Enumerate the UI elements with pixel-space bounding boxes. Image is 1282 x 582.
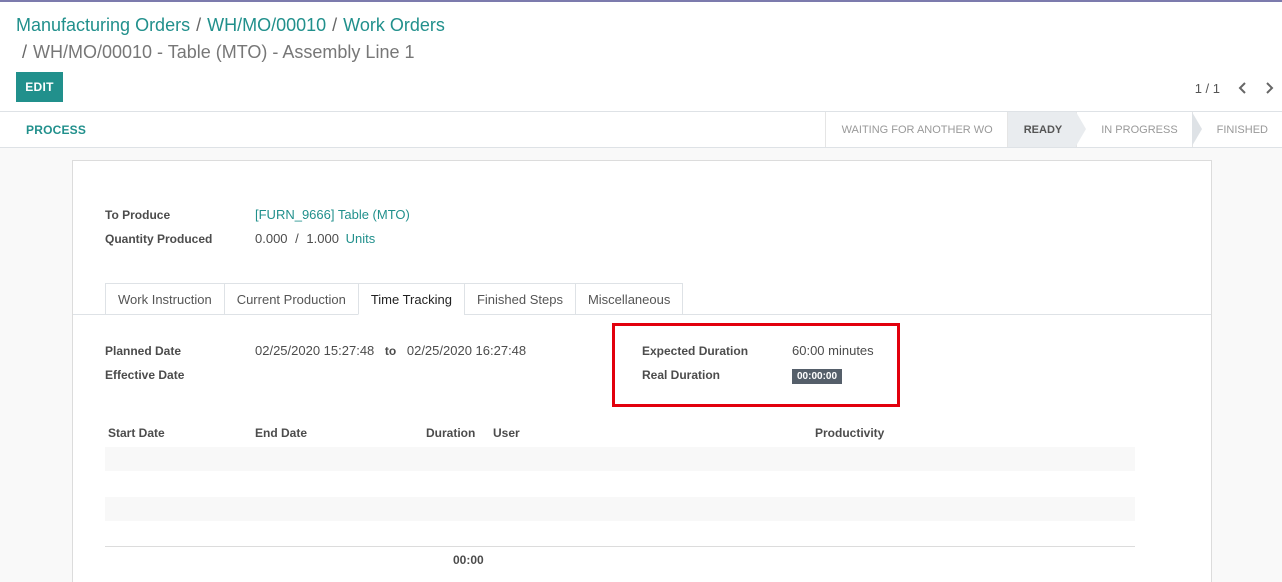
table-row [105, 497, 1135, 521]
process-button[interactable]: PROCESS [26, 123, 86, 137]
column-productivity[interactable]: Productivity [815, 426, 884, 440]
pager-next-button[interactable] [1256, 76, 1282, 100]
stage-waiting[interactable]: WAITING FOR ANOTHER WO [824, 112, 1007, 147]
to-produce-link[interactable]: [FURN_9666] Table (MTO) [255, 207, 410, 222]
pager-value[interactable]: 1 / 1 [1195, 81, 1220, 96]
total-duration: 00:00 [453, 553, 484, 567]
column-start-date[interactable]: Start Date [108, 426, 165, 440]
notebook-tabs: Work Instruction Current Production Time… [105, 283, 684, 315]
table-footer-divider [105, 546, 1135, 547]
to-produce-label: To Produce [105, 208, 171, 222]
pager: 1 / 1 [1195, 76, 1282, 100]
breadcrumb-mo[interactable]: WH/MO/00010 [207, 15, 326, 35]
stage-bar: WAITING FOR ANOTHER WO READY IN PROGRESS… [824, 112, 1282, 147]
tab-work-instruction[interactable]: Work Instruction [105, 283, 224, 315]
stage-ready[interactable]: READY [1006, 112, 1086, 147]
stage-label: WAITING FOR ANOTHER WO [841, 123, 993, 136]
stage-label: READY [1023, 123, 1063, 136]
tab-current-production[interactable]: Current Production [223, 283, 358, 315]
chevron-divider [1191, 112, 1202, 146]
edit-button[interactable]: EDIT [16, 72, 63, 102]
page-title: WH/MO/00010 - Table (MTO) - Assembly Lin… [33, 42, 415, 62]
tab-finished-steps[interactable]: Finished Steps [463, 283, 575, 315]
planned-date-value: 02/25/2020 15:27:48 to 02/25/2020 16:27:… [255, 343, 526, 358]
column-end-date[interactable]: End Date [255, 426, 307, 440]
column-duration[interactable]: Duration [426, 426, 475, 440]
stage-finished[interactable]: FINISHED [1191, 112, 1282, 147]
to-word: to [384, 344, 397, 358]
quantity-produced-label: Quantity Produced [105, 232, 213, 246]
pager-previous-button[interactable] [1230, 76, 1256, 100]
breadcrumb-separator: / [22, 42, 28, 62]
column-user[interactable]: User [493, 426, 520, 440]
stage-in-progress[interactable]: IN PROGRESS [1076, 112, 1202, 147]
breadcrumb-current: / WH/MO/00010 - Table (MTO) - Assembly Li… [22, 42, 414, 63]
breadcrumb-separator: / [196, 15, 202, 35]
breadcrumb-manufacturing-orders[interactable]: Manufacturing Orders [16, 15, 190, 35]
control-panel: Manufacturing Orders / WH/MO/00010/Work Or… [0, 2, 1282, 112]
highlight-box [612, 323, 900, 407]
planned-start: 02/25/2020 15:27:48 [255, 343, 375, 358]
form-sheet: To Produce [FURN_9666] Table (MTO) Quant… [72, 160, 1212, 582]
qty-done: 0.000 [255, 231, 288, 246]
tab-time-tracking[interactable]: Time Tracking [357, 283, 464, 315]
planned-date-label: Planned Date [105, 344, 182, 358]
breadcrumb-separator: / [332, 15, 338, 35]
chevron-right-icon [1266, 82, 1274, 94]
statusbar: PROCESS WAITING FOR ANOTHER WO READY IN … [0, 112, 1282, 148]
stage-label: IN PROGRESS [1101, 123, 1178, 136]
breadcrumb: Manufacturing Orders / WH/MO/00010/Work Or… [16, 15, 445, 36]
planned-end: 02/25/2020 16:27:48 [406, 343, 527, 358]
breadcrumb-work-orders[interactable]: Work Orders [343, 15, 445, 35]
qty-separator: / [295, 231, 299, 246]
quantity-produced-value: 0.000 / 1.000 Units [255, 231, 375, 246]
effective-date-label: Effective Date [105, 368, 185, 382]
stage-label: FINISHED [1216, 123, 1268, 136]
qty-total: 1.000 [306, 231, 339, 246]
tab-miscellaneous[interactable]: Miscellaneous [574, 283, 684, 315]
table-row [105, 447, 1135, 471]
chevron-left-icon [1238, 82, 1246, 94]
qty-uom-link[interactable]: Units [346, 231, 376, 246]
